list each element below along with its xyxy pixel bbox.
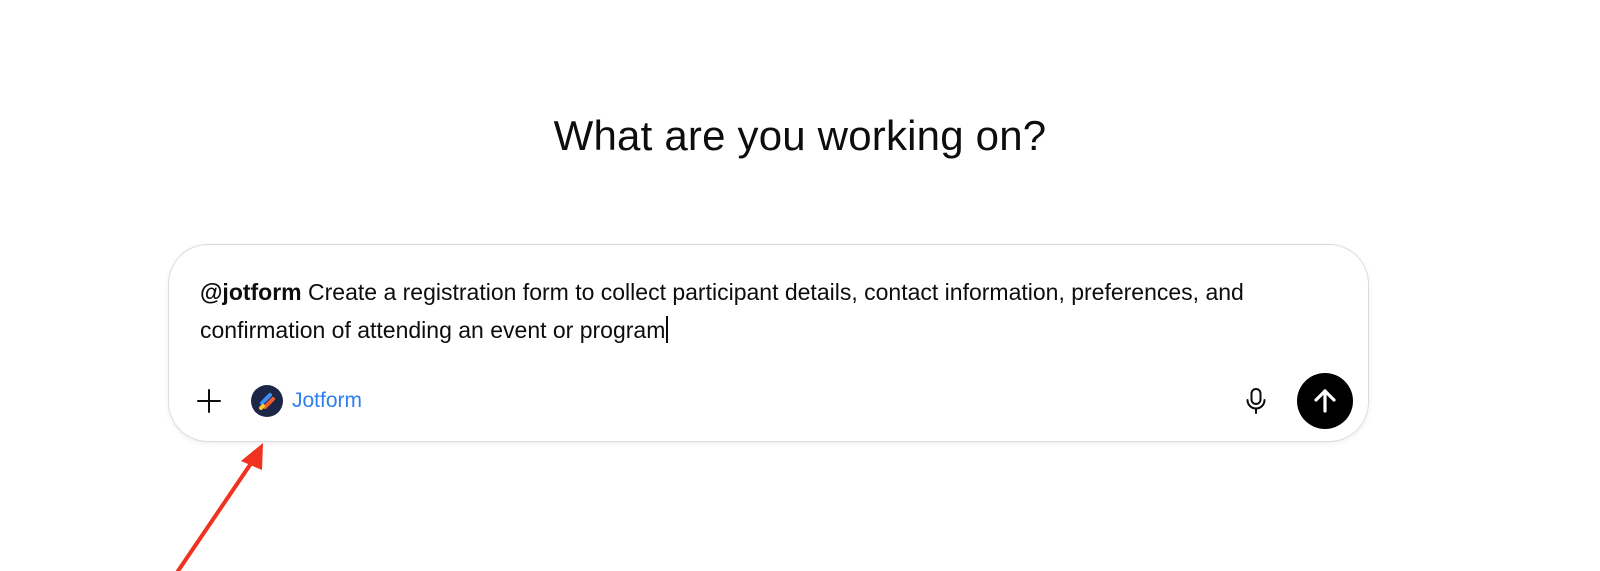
prompt-composer[interactable]: @jotform Create a registration form to c…: [168, 244, 1369, 442]
page-title: What are you working on?: [553, 112, 1047, 159]
send-button[interactable]: [1297, 373, 1353, 429]
app-mention: @jotform: [200, 279, 302, 305]
plus-icon: [197, 389, 221, 413]
text-caret: [666, 316, 668, 343]
page: What are you working on? @jotform Create…: [0, 0, 1600, 571]
composer-toolbar: Jotform: [169, 371, 1368, 429]
jotform-logo-icon: [251, 385, 283, 417]
arrow-up-icon: [1314, 389, 1336, 413]
voice-input-button[interactable]: [1236, 381, 1276, 421]
prompt-text: Create a registration form to collect pa…: [200, 279, 1244, 343]
app-chip-label: Jotform: [292, 389, 363, 412]
microphone-icon: [1246, 388, 1266, 414]
add-attachment-button[interactable]: [189, 381, 229, 421]
jotform-app-chip[interactable]: Jotform: [251, 381, 362, 421]
prompt-input[interactable]: @jotform Create a registration form to c…: [200, 273, 1340, 349]
